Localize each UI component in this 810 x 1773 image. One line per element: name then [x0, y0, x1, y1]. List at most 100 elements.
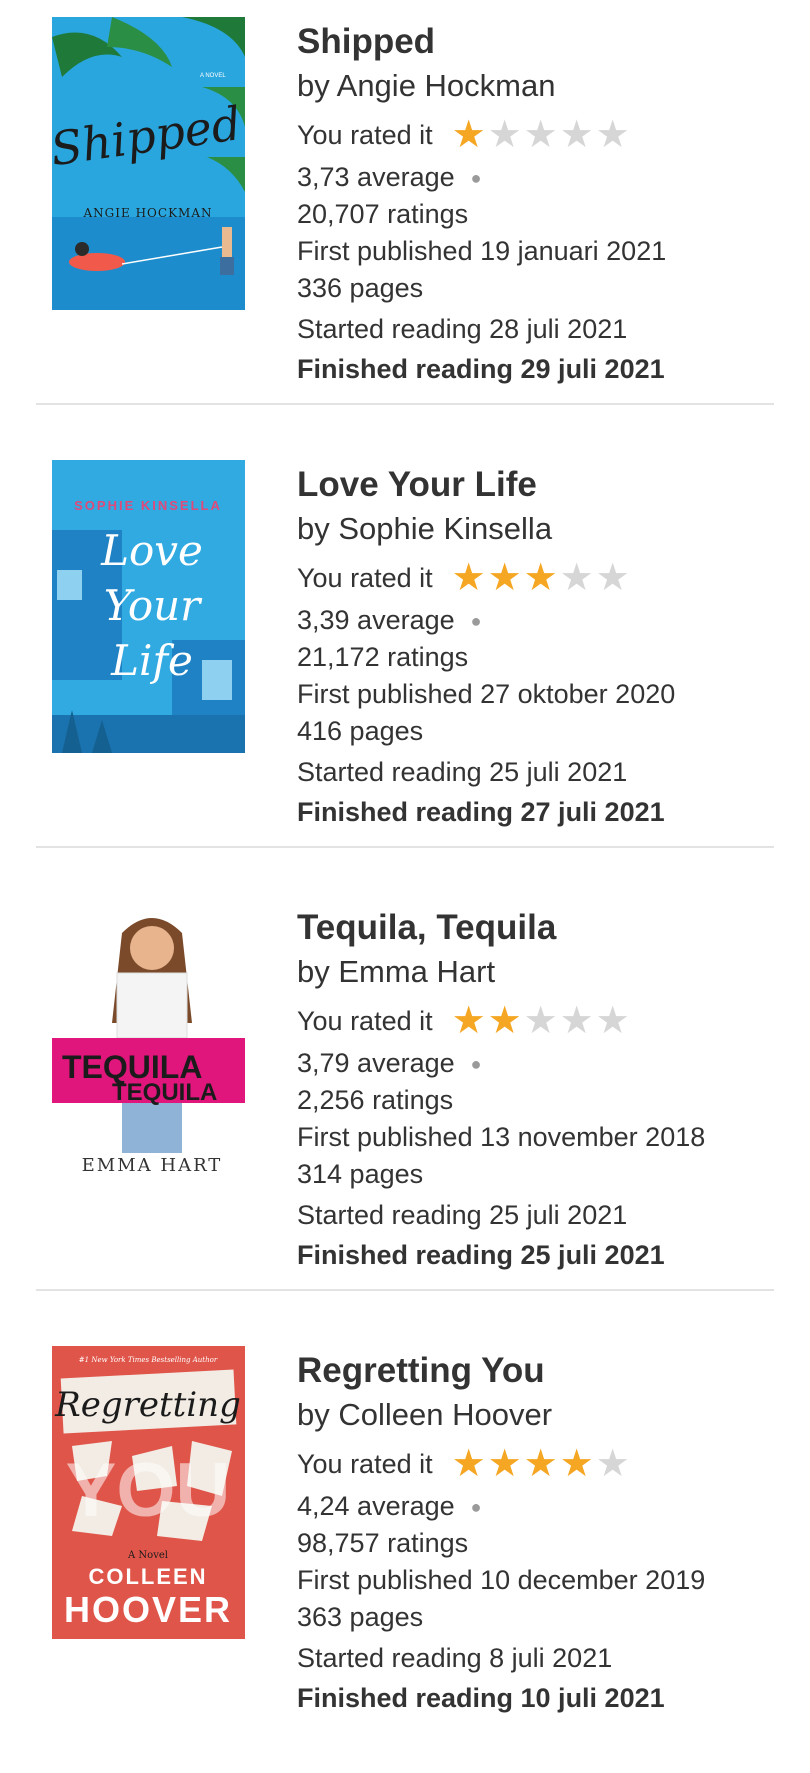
cover-line-2: TEQUILA — [112, 1079, 217, 1106]
rating-stars[interactable]: ★ ★ ★ ★ ★ — [451, 559, 631, 597]
book-author[interactable]: by Emma Hart — [297, 954, 495, 990]
first-published: First published 10 december 2019 — [297, 1565, 706, 1595]
cover-author-first: COLLEEN — [88, 1564, 207, 1589]
page-count: 363 pages — [297, 1602, 424, 1632]
book-entry-love-your-life[interactable]: SOPHIE KINSELLA Love Your Life Love Your… — [0, 443, 810, 887]
book-entry-regretting-you[interactable]: #1 New York Times Bestselling Author Reg… — [0, 1329, 810, 1773]
cover-art-shipped: A NOVEL Shipped ANGIE HOCKMAN — [52, 17, 245, 310]
average-rating: 3,73 average ● — [297, 162, 482, 193]
star-icon[interactable]: ★ — [523, 116, 559, 154]
ratings-count: 20,707 ratings — [297, 199, 469, 229]
average-rating: 4,24 average ● — [297, 1491, 482, 1522]
user-rating-row: You rated it ★ ★ ★ ★ ★ — [297, 1002, 631, 1040]
average-rating-text: 4,24 average — [297, 1491, 455, 1521]
rated-label: You rated it — [297, 1005, 433, 1036]
book-author[interactable]: by Sophie Kinsella — [297, 511, 552, 547]
page-count: 416 pages — [297, 716, 424, 746]
star-icon[interactable]: ★ — [487, 116, 523, 154]
finished-reading: Finished reading 25 juli 2021 — [297, 1240, 665, 1270]
cover-script-3: Life — [110, 636, 193, 685]
book-title[interactable]: Regretting You — [297, 1351, 545, 1391]
book-title[interactable]: Shipped — [297, 22, 435, 62]
user-rating-row: You rated it ★ ★ ★ ★ ★ — [297, 559, 631, 597]
book-entry-tequila-tequila[interactable]: TEQUILA TEQUILA EMMA HART Tequila, Tequi… — [0, 886, 810, 1330]
star-icon[interactable]: ★ — [487, 1445, 523, 1483]
bullet-dot-icon: ● — [470, 1054, 482, 1075]
book-cover-love-your-life[interactable]: SOPHIE KINSELLA Love Your Life — [52, 460, 245, 753]
bullet-dot-icon: ● — [470, 1497, 482, 1518]
started-reading: Started reading 25 juli 2021 — [297, 757, 628, 787]
star-icon[interactable]: ★ — [595, 1002, 631, 1040]
cover-small-label: A NOVEL — [200, 73, 226, 79]
rated-label: You rated it — [297, 119, 433, 150]
star-icon[interactable]: ★ — [487, 559, 523, 597]
rating-stars[interactable]: ★ ★ ★ ★ ★ — [451, 116, 631, 154]
star-icon[interactable]: ★ — [523, 1002, 559, 1040]
book-entry-shipped[interactable]: A NOVEL Shipped ANGIE HOCKMAN Shipped by… — [0, 0, 810, 444]
average-rating-text: 3,73 average — [297, 162, 455, 192]
cover-art-love-your-life: SOPHIE KINSELLA Love Your Life — [52, 460, 245, 753]
ratings-count: 98,757 ratings — [297, 1528, 469, 1558]
star-icon[interactable]: ★ — [595, 559, 631, 597]
ratings-count: 21,172 ratings — [297, 642, 469, 672]
book-author[interactable]: by Angie Hockman — [297, 68, 555, 104]
book-title[interactable]: Love Your Life — [297, 465, 537, 505]
average-rating-text: 3,39 average — [297, 605, 455, 635]
average-rating-text: 3,79 average — [297, 1048, 455, 1078]
first-published: First published 27 oktober 2020 — [297, 679, 676, 709]
average-rating: 3,79 average ● — [297, 1048, 482, 1079]
started-reading: Started reading 8 juli 2021 — [297, 1643, 613, 1673]
divider — [36, 1289, 774, 1291]
book-cover-shipped[interactable]: A NOVEL Shipped ANGIE HOCKMAN — [52, 17, 245, 310]
cover-art-tequila-tequila: TEQUILA TEQUILA EMMA HART — [52, 903, 245, 1196]
star-icon[interactable]: ★ — [451, 116, 487, 154]
ratings-count: 2,256 ratings — [297, 1085, 454, 1115]
started-reading: Started reading 28 juli 2021 — [297, 314, 628, 344]
page-count: 336 pages — [297, 273, 424, 303]
finished-reading: Finished reading 10 juli 2021 — [297, 1683, 665, 1713]
rated-label: You rated it — [297, 1448, 433, 1479]
star-icon[interactable]: ★ — [595, 116, 631, 154]
cover-script-2: Your — [104, 581, 203, 630]
divider — [36, 403, 774, 405]
cover-tagline: #1 New York Times Bestselling Author — [79, 1356, 218, 1364]
star-icon[interactable]: ★ — [559, 1002, 595, 1040]
star-icon[interactable]: ★ — [523, 1445, 559, 1483]
star-icon[interactable]: ★ — [523, 559, 559, 597]
cover-big-word: YOU — [66, 1448, 231, 1533]
star-icon[interactable]: ★ — [451, 559, 487, 597]
first-published: First published 13 november 2018 — [297, 1122, 706, 1152]
star-icon[interactable]: ★ — [595, 1445, 631, 1483]
user-rating-row: You rated it ★ ★ ★ ★ ★ — [297, 116, 631, 154]
cover-author: SOPHIE KINSELLA — [74, 498, 222, 513]
started-reading: Started reading 25 juli 2021 — [297, 1200, 628, 1230]
cover-art-regretting-you: #1 New York Times Bestselling Author Reg… — [52, 1346, 245, 1639]
user-rating-row: You rated it ★ ★ ★ ★ ★ — [297, 1445, 631, 1483]
cover-author: EMMA HART — [82, 1155, 223, 1176]
bullet-dot-icon: ● — [470, 168, 482, 189]
book-title[interactable]: Tequila, Tequila — [297, 908, 556, 948]
star-icon[interactable]: ★ — [487, 1002, 523, 1040]
star-icon[interactable]: ★ — [451, 1002, 487, 1040]
star-icon[interactable]: ★ — [559, 559, 595, 597]
cover-author: ANGIE HOCKMAN — [83, 206, 213, 220]
book-cover-regretting-you[interactable]: #1 New York Times Bestselling Author Reg… — [52, 1346, 245, 1639]
cover-script-title: Regretting — [54, 1385, 241, 1425]
bullet-dot-icon: ● — [470, 611, 482, 632]
rating-stars[interactable]: ★ ★ ★ ★ ★ — [451, 1002, 631, 1040]
finished-reading: Finished reading 29 juli 2021 — [297, 354, 665, 384]
finished-reading: Finished reading 27 juli 2021 — [297, 797, 665, 827]
divider — [36, 846, 774, 848]
star-icon[interactable]: ★ — [559, 1445, 595, 1483]
first-published: First published 19 januari 2021 — [297, 236, 667, 266]
star-icon[interactable]: ★ — [559, 116, 595, 154]
average-rating: 3,39 average ● — [297, 605, 482, 636]
book-author[interactable]: by Colleen Hoover — [297, 1397, 552, 1433]
cover-novel-label: A Novel — [127, 1550, 168, 1561]
book-cover-tequila-tequila[interactable]: TEQUILA TEQUILA EMMA HART — [52, 903, 245, 1196]
rating-stars[interactable]: ★ ★ ★ ★ ★ — [451, 1445, 631, 1483]
star-icon[interactable]: ★ — [451, 1445, 487, 1483]
cover-script-1: Love — [100, 526, 203, 575]
cover-author-last: HOOVER — [64, 1589, 232, 1630]
rated-label: You rated it — [297, 562, 433, 593]
